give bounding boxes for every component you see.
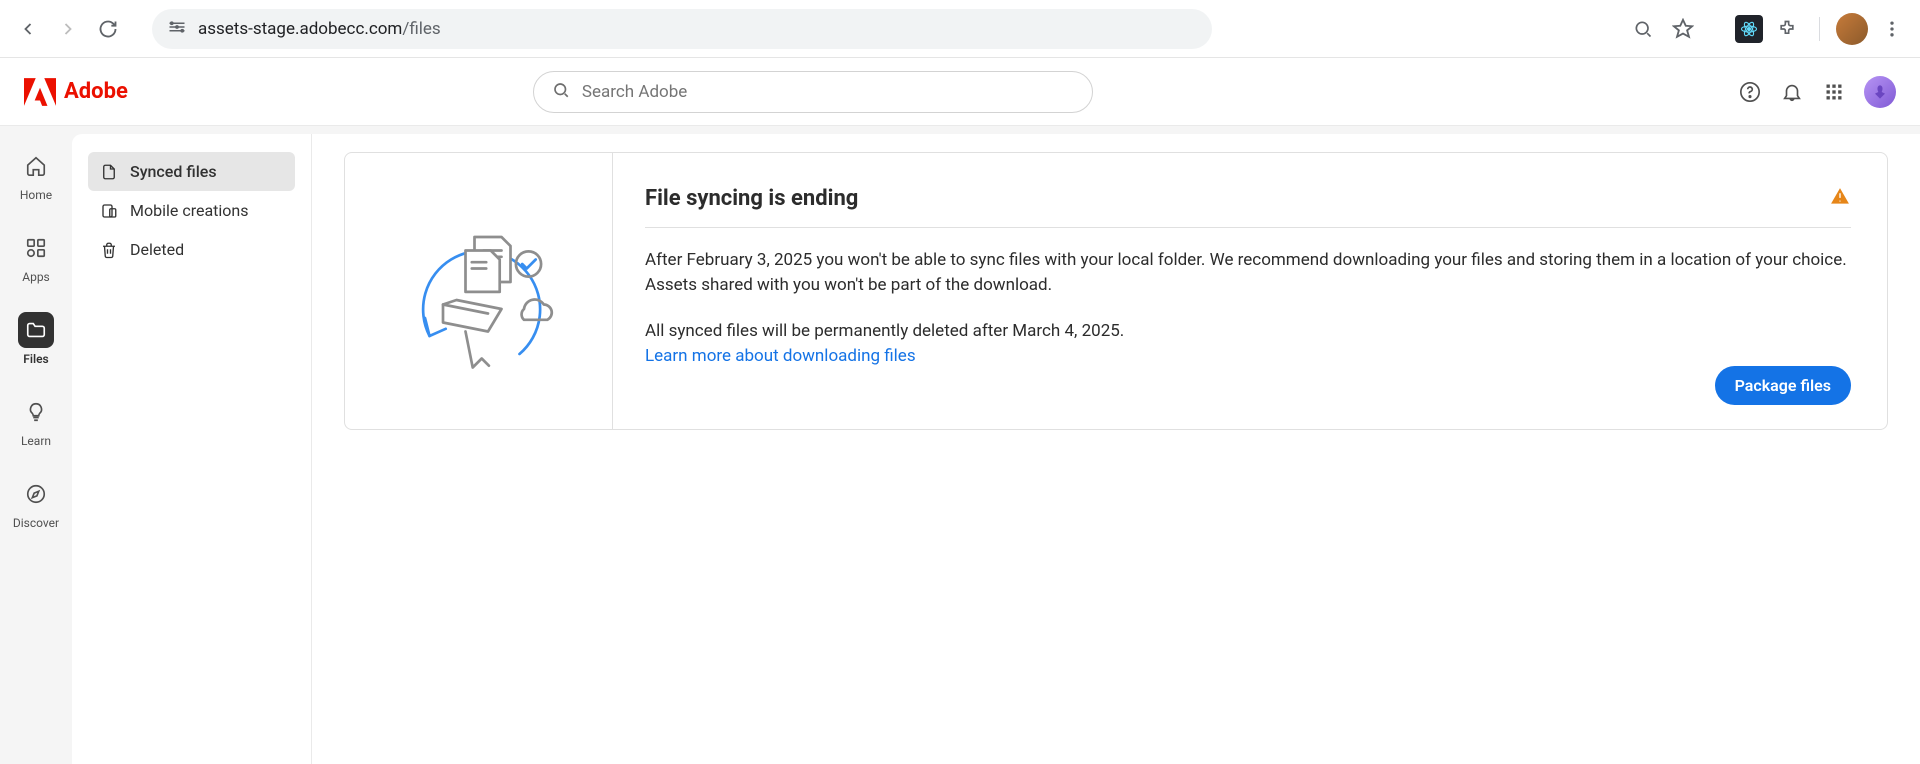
folder-icon bbox=[25, 319, 47, 341]
rail-label: Home bbox=[20, 188, 52, 202]
react-devtools-extension-icon[interactable] bbox=[1735, 15, 1763, 43]
browser-profile-avatar[interactable] bbox=[1836, 13, 1868, 45]
notice-paragraph-2: All synced files will be permanently del… bbox=[645, 319, 1851, 344]
notifications-icon[interactable] bbox=[1780, 80, 1804, 104]
lightbulb-icon bbox=[25, 401, 47, 423]
zoom-icon[interactable] bbox=[1627, 13, 1659, 45]
sub-item-deleted[interactable]: Deleted bbox=[88, 230, 295, 269]
main-content: File syncing is ending After February 3,… bbox=[312, 134, 1920, 764]
rail-item-apps[interactable]: Apps bbox=[18, 230, 54, 284]
sub-item-label: Mobile creations bbox=[130, 201, 249, 220]
app-header: Adobe bbox=[0, 58, 1920, 126]
rail-item-files[interactable]: Files bbox=[18, 312, 54, 366]
left-rail: Home Apps Files Learn Discover bbox=[0, 126, 72, 764]
divider bbox=[1819, 17, 1820, 41]
url-text: assets-stage.adobecc.com/files bbox=[198, 19, 441, 39]
apps-icon bbox=[25, 237, 47, 259]
adobe-logo[interactable]: Adobe bbox=[24, 78, 128, 106]
sub-nav: Synced files Mobile creations Deleted bbox=[72, 134, 312, 764]
browser-toolbar: assets-stage.adobecc.com/files bbox=[0, 0, 1920, 58]
notice-paragraph-1: After February 3, 2025 you won't be able… bbox=[645, 248, 1851, 297]
sub-item-label: Synced files bbox=[130, 162, 217, 181]
site-settings-icon[interactable] bbox=[168, 18, 186, 40]
back-button[interactable] bbox=[12, 13, 44, 45]
trash-icon bbox=[100, 241, 118, 259]
sub-item-mobile-creations[interactable]: Mobile creations bbox=[88, 191, 295, 230]
devices-icon bbox=[100, 202, 118, 220]
rail-label: Files bbox=[23, 352, 48, 366]
reload-button[interactable] bbox=[92, 13, 124, 45]
address-bar[interactable]: assets-stage.adobecc.com/files bbox=[152, 9, 1212, 49]
rail-item-discover[interactable]: Discover bbox=[13, 476, 59, 530]
browser-menu-icon[interactable] bbox=[1876, 13, 1908, 45]
notice-illustration bbox=[345, 153, 613, 429]
forward-button[interactable] bbox=[52, 13, 84, 45]
search-icon bbox=[552, 81, 570, 103]
help-icon[interactable] bbox=[1738, 80, 1762, 104]
compass-icon bbox=[25, 483, 47, 505]
search-box[interactable] bbox=[533, 71, 1093, 113]
learn-more-link[interactable]: Learn more about downloading files bbox=[645, 346, 916, 366]
search-input[interactable] bbox=[582, 82, 1074, 102]
adobe-mark-icon bbox=[24, 78, 56, 106]
warning-icon bbox=[1829, 185, 1851, 211]
notice-card: File syncing is ending After February 3,… bbox=[344, 152, 1888, 430]
rail-label: Discover bbox=[13, 516, 59, 530]
app-switcher-icon[interactable] bbox=[1822, 80, 1846, 104]
bookmark-icon[interactable] bbox=[1667, 13, 1699, 45]
sub-item-label: Deleted bbox=[130, 240, 184, 259]
notice-title: File syncing is ending bbox=[645, 186, 858, 211]
home-icon bbox=[25, 155, 47, 177]
package-files-button[interactable]: Package files bbox=[1715, 366, 1851, 405]
sub-item-synced-files[interactable]: Synced files bbox=[88, 152, 295, 191]
file-icon bbox=[100, 163, 118, 181]
rail-label: Learn bbox=[21, 434, 51, 448]
rail-item-learn[interactable]: Learn bbox=[18, 394, 54, 448]
rail-label: Apps bbox=[22, 270, 50, 284]
rail-item-home[interactable]: Home bbox=[18, 148, 54, 202]
brand-text: Adobe bbox=[64, 79, 128, 104]
user-avatar[interactable] bbox=[1864, 76, 1896, 108]
extensions-icon[interactable] bbox=[1771, 13, 1803, 45]
